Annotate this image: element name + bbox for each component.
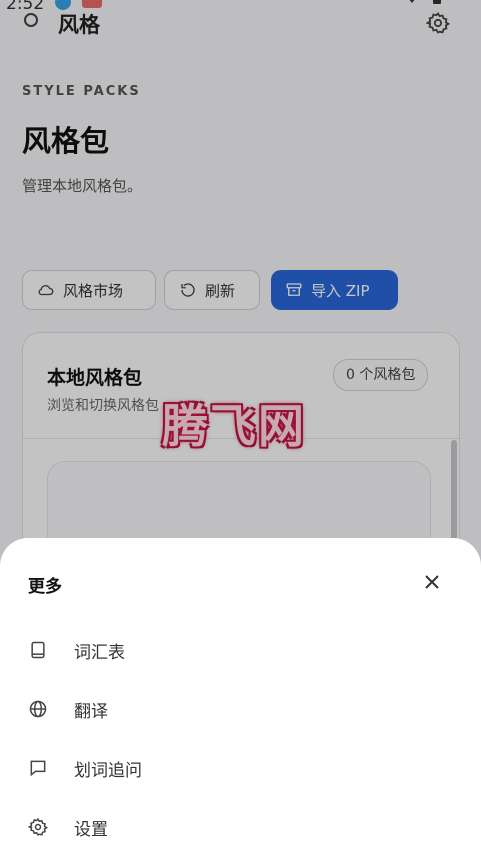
menu-item-settings[interactable]: 设置 <box>28 805 448 849</box>
gear-icon <box>28 817 48 836</box>
menu-item-label: 设置 <box>74 819 108 840</box>
close-icon[interactable] <box>420 570 444 594</box>
globe-icon <box>29 700 47 718</box>
more-bottom-sheet: 更多 词汇表 翻译 划词追问 设置 <box>0 538 481 854</box>
sheet-title: 更多 <box>28 577 62 597</box>
menu-item-label: 词汇表 <box>74 642 125 663</box>
menu-item-label: 划词追问 <box>74 760 142 781</box>
menu-item-glossary[interactable]: 词汇表 <box>28 628 448 672</box>
menu-item-label: 翻译 <box>74 701 108 722</box>
chat-bubble-icon <box>30 760 46 777</box>
book-icon <box>31 641 45 659</box>
menu-item-translate[interactable]: 翻译 <box>28 687 448 731</box>
menu-item-selection-ask[interactable]: 划词追问 <box>28 746 448 790</box>
